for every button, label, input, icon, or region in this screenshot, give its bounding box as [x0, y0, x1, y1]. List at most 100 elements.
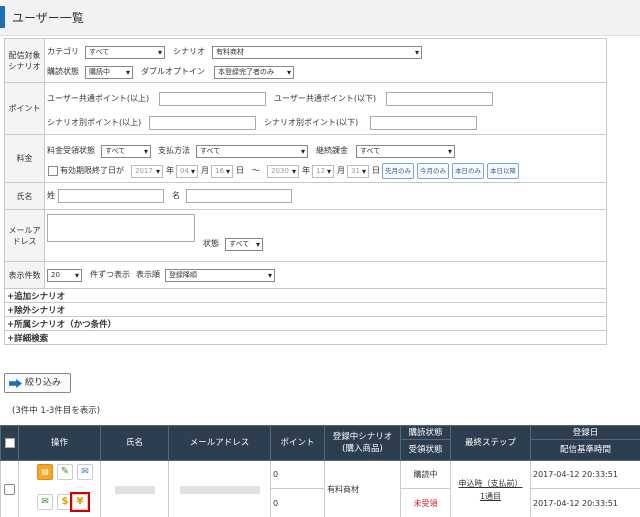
- to-year-select[interactable]: 2030: [267, 165, 299, 178]
- calendar-icon[interactable]: ▤: [37, 464, 53, 480]
- to-day-select[interactable]: 31: [347, 165, 369, 178]
- base-time-header: 配信基準時間: [530, 439, 640, 461]
- from-year-select[interactable]: 2017: [131, 165, 163, 178]
- from-day-unit: 日: [236, 166, 244, 175]
- subscribe-label: 購読状態: [47, 67, 79, 76]
- fee-receive-select[interactable]: すべて: [101, 145, 151, 158]
- display-each-label: 件ずつ表示: [90, 270, 130, 279]
- point-cell-2: 0: [270, 488, 325, 517]
- target-label: 配信対象シナリオ: [4, 38, 45, 83]
- step-link-1[interactable]: 申込時（支払前）: [451, 478, 530, 489]
- fee-label: 料金: [4, 134, 45, 183]
- name-label: 氏名: [4, 182, 45, 210]
- narrow-button[interactable]: 絞り込み: [4, 373, 71, 393]
- email-status-select[interactable]: すべて: [225, 238, 263, 251]
- double-optin-select[interactable]: 本登録完了者のみ: [214, 66, 294, 79]
- base-time-cell: 2017-04-12 20:33:51: [530, 488, 640, 517]
- blurred-email: [179, 485, 260, 494]
- scenario-point-min-input[interactable]: [149, 116, 256, 130]
- yen-icon[interactable]: ¥: [72, 494, 88, 510]
- to-month-unit: 月: [337, 166, 345, 175]
- common-point-min-label: ユーザー共通ポイント(以上): [47, 94, 150, 103]
- result-count: (3件中 1-3件目を表示): [12, 406, 101, 416]
- points-label: ポイント: [4, 82, 45, 135]
- display-count-select[interactable]: 20: [47, 269, 82, 282]
- display-order-label: 表示順: [136, 270, 160, 279]
- common-point-max-input[interactable]: [386, 92, 493, 106]
- scenario-point-max-input[interactable]: [370, 116, 477, 130]
- last-name-input[interactable]: [58, 189, 164, 203]
- after-today-button[interactable]: 本日以降: [487, 163, 519, 179]
- from-day-select[interactable]: 16: [211, 165, 233, 178]
- continuous-label: 継続課金: [316, 146, 348, 155]
- this-month-button[interactable]: 今月のみ: [417, 163, 449, 179]
- display-label: 表示件数: [4, 261, 45, 289]
- user-table: 操作 氏名 メールアドレス ポイント 登録中シナリオ (購入商品) 購読状態 最…: [0, 425, 640, 517]
- scenario-cell: 有料商材: [324, 460, 401, 517]
- email-status-label: 状態: [203, 239, 219, 248]
- exclude-scenario-toggle[interactable]: +除外シナリオ: [4, 302, 607, 317]
- row-checkbox[interactable]: [4, 484, 15, 495]
- last-name-label: 姓: [47, 191, 55, 200]
- first-name-input[interactable]: [186, 189, 292, 203]
- point-cell-1: 0: [270, 459, 325, 490]
- scenario-header-main: 登録中シナリオ: [332, 432, 393, 442]
- common-point-min-input[interactable]: [159, 92, 266, 106]
- step-link-2[interactable]: 1通目: [451, 491, 530, 502]
- email-label: メールアドレス: [4, 209, 45, 262]
- header-accent-bar: [0, 6, 5, 28]
- name-cell: [100, 460, 169, 517]
- last-month-button[interactable]: 先月のみ: [382, 163, 414, 179]
- double-optin-label: ダブルオプトイン: [141, 67, 205, 76]
- display-order-select[interactable]: 登録降順: [165, 269, 275, 282]
- email-cell: [168, 460, 271, 517]
- email-header: メールアドレス: [168, 425, 271, 461]
- pencil-icon[interactable]: ✎: [57, 464, 73, 480]
- mail-icon[interactable]: ✉: [77, 464, 93, 480]
- reg-date-header: 登録日: [530, 425, 640, 440]
- page-title: ユーザー一覧: [12, 11, 84, 25]
- continuous-select[interactable]: すべて: [356, 145, 455, 158]
- from-month-select[interactable]: 04: [176, 165, 198, 178]
- arrow-right-icon: [9, 379, 22, 388]
- today-button[interactable]: 本日のみ: [452, 163, 484, 179]
- add-scenario-toggle[interactable]: +追加シナリオ: [4, 288, 607, 303]
- date-range-tilde: ～: [252, 166, 260, 175]
- payment-label: 支払方法: [158, 146, 190, 155]
- to-day-unit: 日: [372, 166, 380, 175]
- expiry-checkbox[interactable]: [48, 166, 58, 176]
- mail-send-icon[interactable]: ✉: [37, 494, 53, 510]
- filter-form: 配信対象シナリオ カテゴリ すべて シナリオ 有料商材 購読状態 購読中 ダブル…: [4, 38, 607, 345]
- payment-select[interactable]: すべて: [196, 145, 308, 158]
- to-year-unit: 年: [302, 166, 310, 175]
- member-scenario-toggle[interactable]: +所属シナリオ（かつ条件）: [4, 316, 607, 331]
- scenario-point-min-label: シナリオ別ポイント(以上): [47, 118, 142, 127]
- scenario-label: シナリオ: [173, 47, 205, 56]
- receive-cell: 未受領: [400, 488, 451, 517]
- scenario-point-max-label: シナリオ別ポイント(以下): [264, 118, 359, 127]
- point-header: ポイント: [270, 425, 325, 461]
- category-label: カテゴリ: [47, 47, 79, 56]
- first-name-label: 名: [172, 191, 180, 200]
- blurred-name: [114, 485, 155, 494]
- to-month-select[interactable]: 12: [312, 165, 334, 178]
- scenario-header: 登録中シナリオ (購入商品): [324, 425, 401, 461]
- expiry-label: 有効期限終了日が: [60, 166, 124, 175]
- select-all-header: [0, 425, 19, 461]
- scenario-header-sub: (購入商品): [342, 444, 383, 454]
- advanced-search-toggle[interactable]: +詳細検索: [4, 330, 607, 345]
- select-all-checkbox[interactable]: [4, 437, 15, 448]
- ops-header: 操作: [18, 425, 101, 461]
- fee-receive-label: 料金受領状態: [47, 146, 95, 155]
- subscribe-select[interactable]: 購読中: [85, 66, 133, 79]
- from-year-unit: 年: [166, 166, 174, 175]
- reg-date-cell: 2017-04-12 20:33:51: [530, 459, 640, 490]
- from-month-unit: 月: [201, 166, 209, 175]
- subscribe-header: 購読状態: [400, 425, 451, 440]
- scenario-select[interactable]: 有料商材: [212, 46, 422, 59]
- table-row: ▤ ✎ ✉ ✉ $ ¥ 0 有料商材 購読中 申込時（支払前） 1通目 2017…: [0, 459, 640, 517]
- category-select[interactable]: すべて: [85, 46, 165, 59]
- common-point-max-label: ユーザー共通ポイント(以下): [274, 94, 377, 103]
- subscribe-cell: 購読中: [400, 459, 451, 490]
- narrow-button-label: 絞り込み: [25, 378, 62, 388]
